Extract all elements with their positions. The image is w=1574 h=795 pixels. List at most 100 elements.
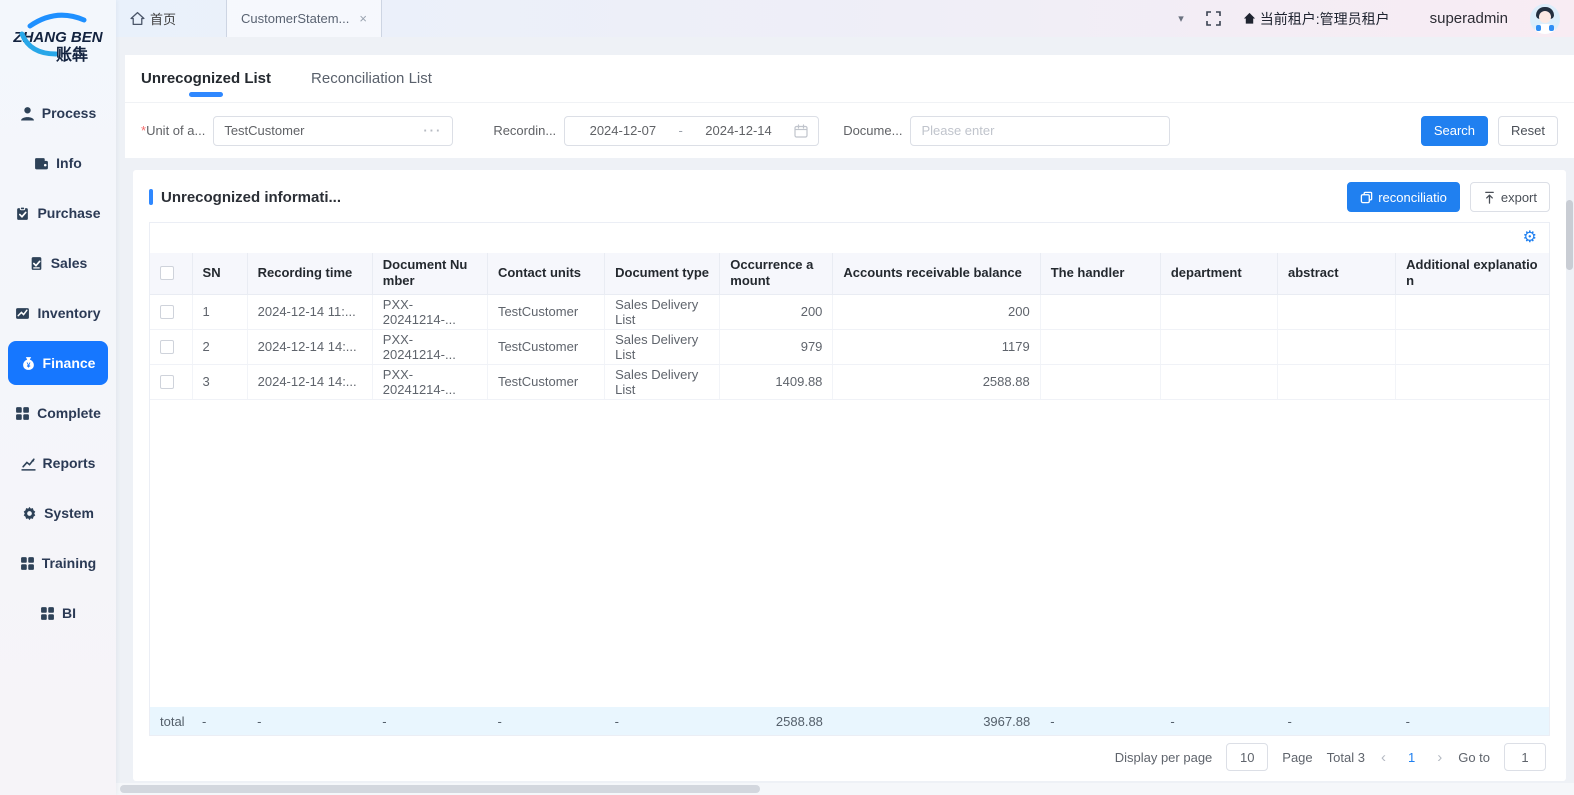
- document-filter-label: Docume...: [843, 123, 902, 138]
- tab-unrecognized-list[interactable]: Unrecognized List: [141, 55, 271, 102]
- col-header-document-type[interactable]: Document type: [605, 253, 720, 294]
- document-input[interactable]: [921, 123, 1159, 138]
- brand-logo: ZHANG BEN 账犇: [0, 0, 116, 80]
- unit-select[interactable]: TestCustomer ···: [213, 116, 453, 146]
- sidebar-item-sales[interactable]: Sales: [0, 238, 116, 288]
- document-check-icon: [29, 256, 44, 271]
- col-header-contact-units[interactable]: Contact units: [487, 253, 604, 294]
- cell-document-type: Sales Delivery List: [605, 364, 720, 399]
- avatar[interactable]: [1530, 4, 1560, 34]
- wallet-icon: [34, 156, 49, 171]
- sidebar-item-label: Inventory: [37, 305, 100, 321]
- grid-icon: [40, 606, 55, 621]
- sidebar-item-process[interactable]: Process: [0, 88, 116, 138]
- ellipsis-icon[interactable]: ···: [423, 123, 442, 138]
- recording-filter-label: Recordin...: [493, 123, 556, 138]
- sidebar-item-info[interactable]: Info: [0, 138, 116, 188]
- row-checkbox[interactable]: [160, 375, 174, 389]
- horizontal-scrollbar-thumb[interactable]: [120, 785, 760, 793]
- current-page[interactable]: 1: [1402, 750, 1421, 765]
- filter-bar: *Unit of a... TestCustomer ··· Recordin.…: [125, 103, 1574, 158]
- col-header-department[interactable]: department: [1160, 253, 1277, 294]
- sidebar-item-label: System: [44, 505, 94, 521]
- gear-icon: [22, 506, 37, 521]
- unit-select-value: TestCustomer: [224, 123, 304, 138]
- prev-page-icon[interactable]: ‹: [1379, 749, 1388, 766]
- cell-abstract: [1278, 364, 1396, 399]
- sidebar-item-bi[interactable]: BI: [0, 588, 116, 638]
- col-header-abstract[interactable]: abstract: [1278, 253, 1396, 294]
- col-header-recording-time[interactable]: Recording time: [247, 253, 372, 294]
- brand-name-cn: 账犇: [56, 45, 88, 64]
- col-header-occurrence-amount[interactable]: Occurrence amount: [720, 253, 833, 294]
- table-row[interactable]: 1 2024-12-14 11:... PXX-20241214-... Tes…: [150, 294, 1549, 329]
- cell-receivable-balance: 200: [833, 294, 1040, 329]
- column-settings-gear-icon[interactable]: ⚙: [1523, 230, 1537, 246]
- cell-receivable-balance: 1179: [833, 329, 1040, 364]
- topbar-right: ▾ 当前租户:管理员租户 superadmin: [1178, 4, 1574, 34]
- cell-abstract: [1278, 329, 1396, 364]
- table-row[interactable]: 3 2024-12-14 14:... PXX-20241214-... Tes…: [150, 364, 1549, 399]
- unit-filter-label: *Unit of a...: [141, 123, 205, 138]
- cell-occurrence-amount: 979: [720, 329, 833, 364]
- close-icon[interactable]: ×: [359, 11, 367, 26]
- vertical-scrollbar-thumb[interactable]: [1566, 200, 1573, 270]
- date-end[interactable]: 2024-12-14: [691, 123, 786, 138]
- goto-page-input[interactable]: [1504, 743, 1546, 771]
- cell-recording-time: 2024-12-14 14:...: [247, 364, 372, 399]
- sidebar: ZHANG BEN 账犇 Process Info Purchase Sales…: [0, 0, 116, 795]
- search-button[interactable]: Search: [1421, 116, 1488, 146]
- total-occurrence-amount: 2588.88: [720, 707, 833, 735]
- cell-handler: [1040, 364, 1160, 399]
- fullscreen-icon[interactable]: [1206, 11, 1221, 26]
- cell-handler: [1040, 329, 1160, 364]
- table-row[interactable]: 2 2024-12-14 14:... PXX-20241214-... Tes…: [150, 329, 1549, 364]
- tab-label: Unrecognized List: [141, 70, 271, 87]
- recording-date-range[interactable]: 2024-12-07 - 2024-12-14: [564, 116, 819, 146]
- reset-button[interactable]: Reset: [1498, 116, 1558, 146]
- sidebar-item-finance[interactable]: ¥ Finance: [8, 341, 108, 385]
- user-icon: [20, 106, 35, 121]
- username[interactable]: superadmin: [1430, 10, 1508, 27]
- display-per-page-label: Display per page: [1115, 750, 1213, 765]
- calendar-icon: [794, 124, 808, 138]
- total-row: total - - - - - 2588.88 3967.88 - - - -: [150, 707, 1549, 735]
- col-header-receivable-balance[interactable]: Accounts receivable balance: [833, 253, 1040, 294]
- sidebar-item-label: Sales: [51, 255, 88, 271]
- select-all-checkbox[interactable]: [160, 266, 174, 280]
- sidebar-item-training[interactable]: Training: [0, 538, 116, 588]
- total-label: total: [150, 707, 192, 735]
- tenant-switcher[interactable]: 当前租户:管理员租户: [1243, 9, 1390, 29]
- sidebar-item-complete[interactable]: Complete: [0, 388, 116, 438]
- cell-additional-explanation: [1396, 364, 1549, 399]
- pagination: Display per page Page Total 3 ‹ 1 › Go t…: [133, 736, 1566, 778]
- cell-department: [1160, 294, 1277, 329]
- home-label: 首页: [150, 9, 176, 28]
- sidebar-item-system[interactable]: System: [0, 488, 116, 538]
- open-page-tab[interactable]: CustomerStatem... ×: [226, 0, 382, 37]
- col-header-document-number[interactable]: Document Number: [372, 253, 487, 294]
- total-receivable-balance: 3967.88: [833, 707, 1040, 735]
- sidebar-item-label: Purchase: [37, 205, 100, 221]
- row-checkbox[interactable]: [160, 305, 174, 319]
- date-start[interactable]: 2024-12-07: [575, 123, 670, 138]
- col-header-handler[interactable]: The handler: [1040, 253, 1160, 294]
- sidebar-item-inventory[interactable]: Inventory: [0, 288, 116, 338]
- next-page-icon[interactable]: ›: [1435, 749, 1444, 766]
- col-header-additional-explanation[interactable]: Additional explanation: [1396, 253, 1549, 294]
- sidebar-item-reports[interactable]: Reports: [0, 438, 116, 488]
- breadcrumb-home[interactable]: 首页: [116, 9, 190, 28]
- cell-recording-time: 2024-12-14 11:...: [247, 294, 372, 329]
- col-header-sn[interactable]: SN: [192, 253, 247, 294]
- tab-reconciliation-list[interactable]: Reconciliation List: [311, 55, 432, 102]
- unrecognized-info-panel: Unrecognized informati... reconciliatio …: [133, 170, 1566, 781]
- export-button[interactable]: export: [1470, 182, 1550, 212]
- horizontal-scrollbar[interactable]: [116, 783, 1574, 795]
- home-filled-icon: [1243, 12, 1256, 25]
- cell-department: [1160, 329, 1277, 364]
- reconciliation-button[interactable]: reconciliatio: [1347, 182, 1460, 212]
- chevron-down-icon[interactable]: ▾: [1178, 12, 1184, 25]
- row-checkbox[interactable]: [160, 340, 174, 354]
- sidebar-item-purchase[interactable]: Purchase: [0, 188, 116, 238]
- page-size-input[interactable]: [1226, 743, 1268, 771]
